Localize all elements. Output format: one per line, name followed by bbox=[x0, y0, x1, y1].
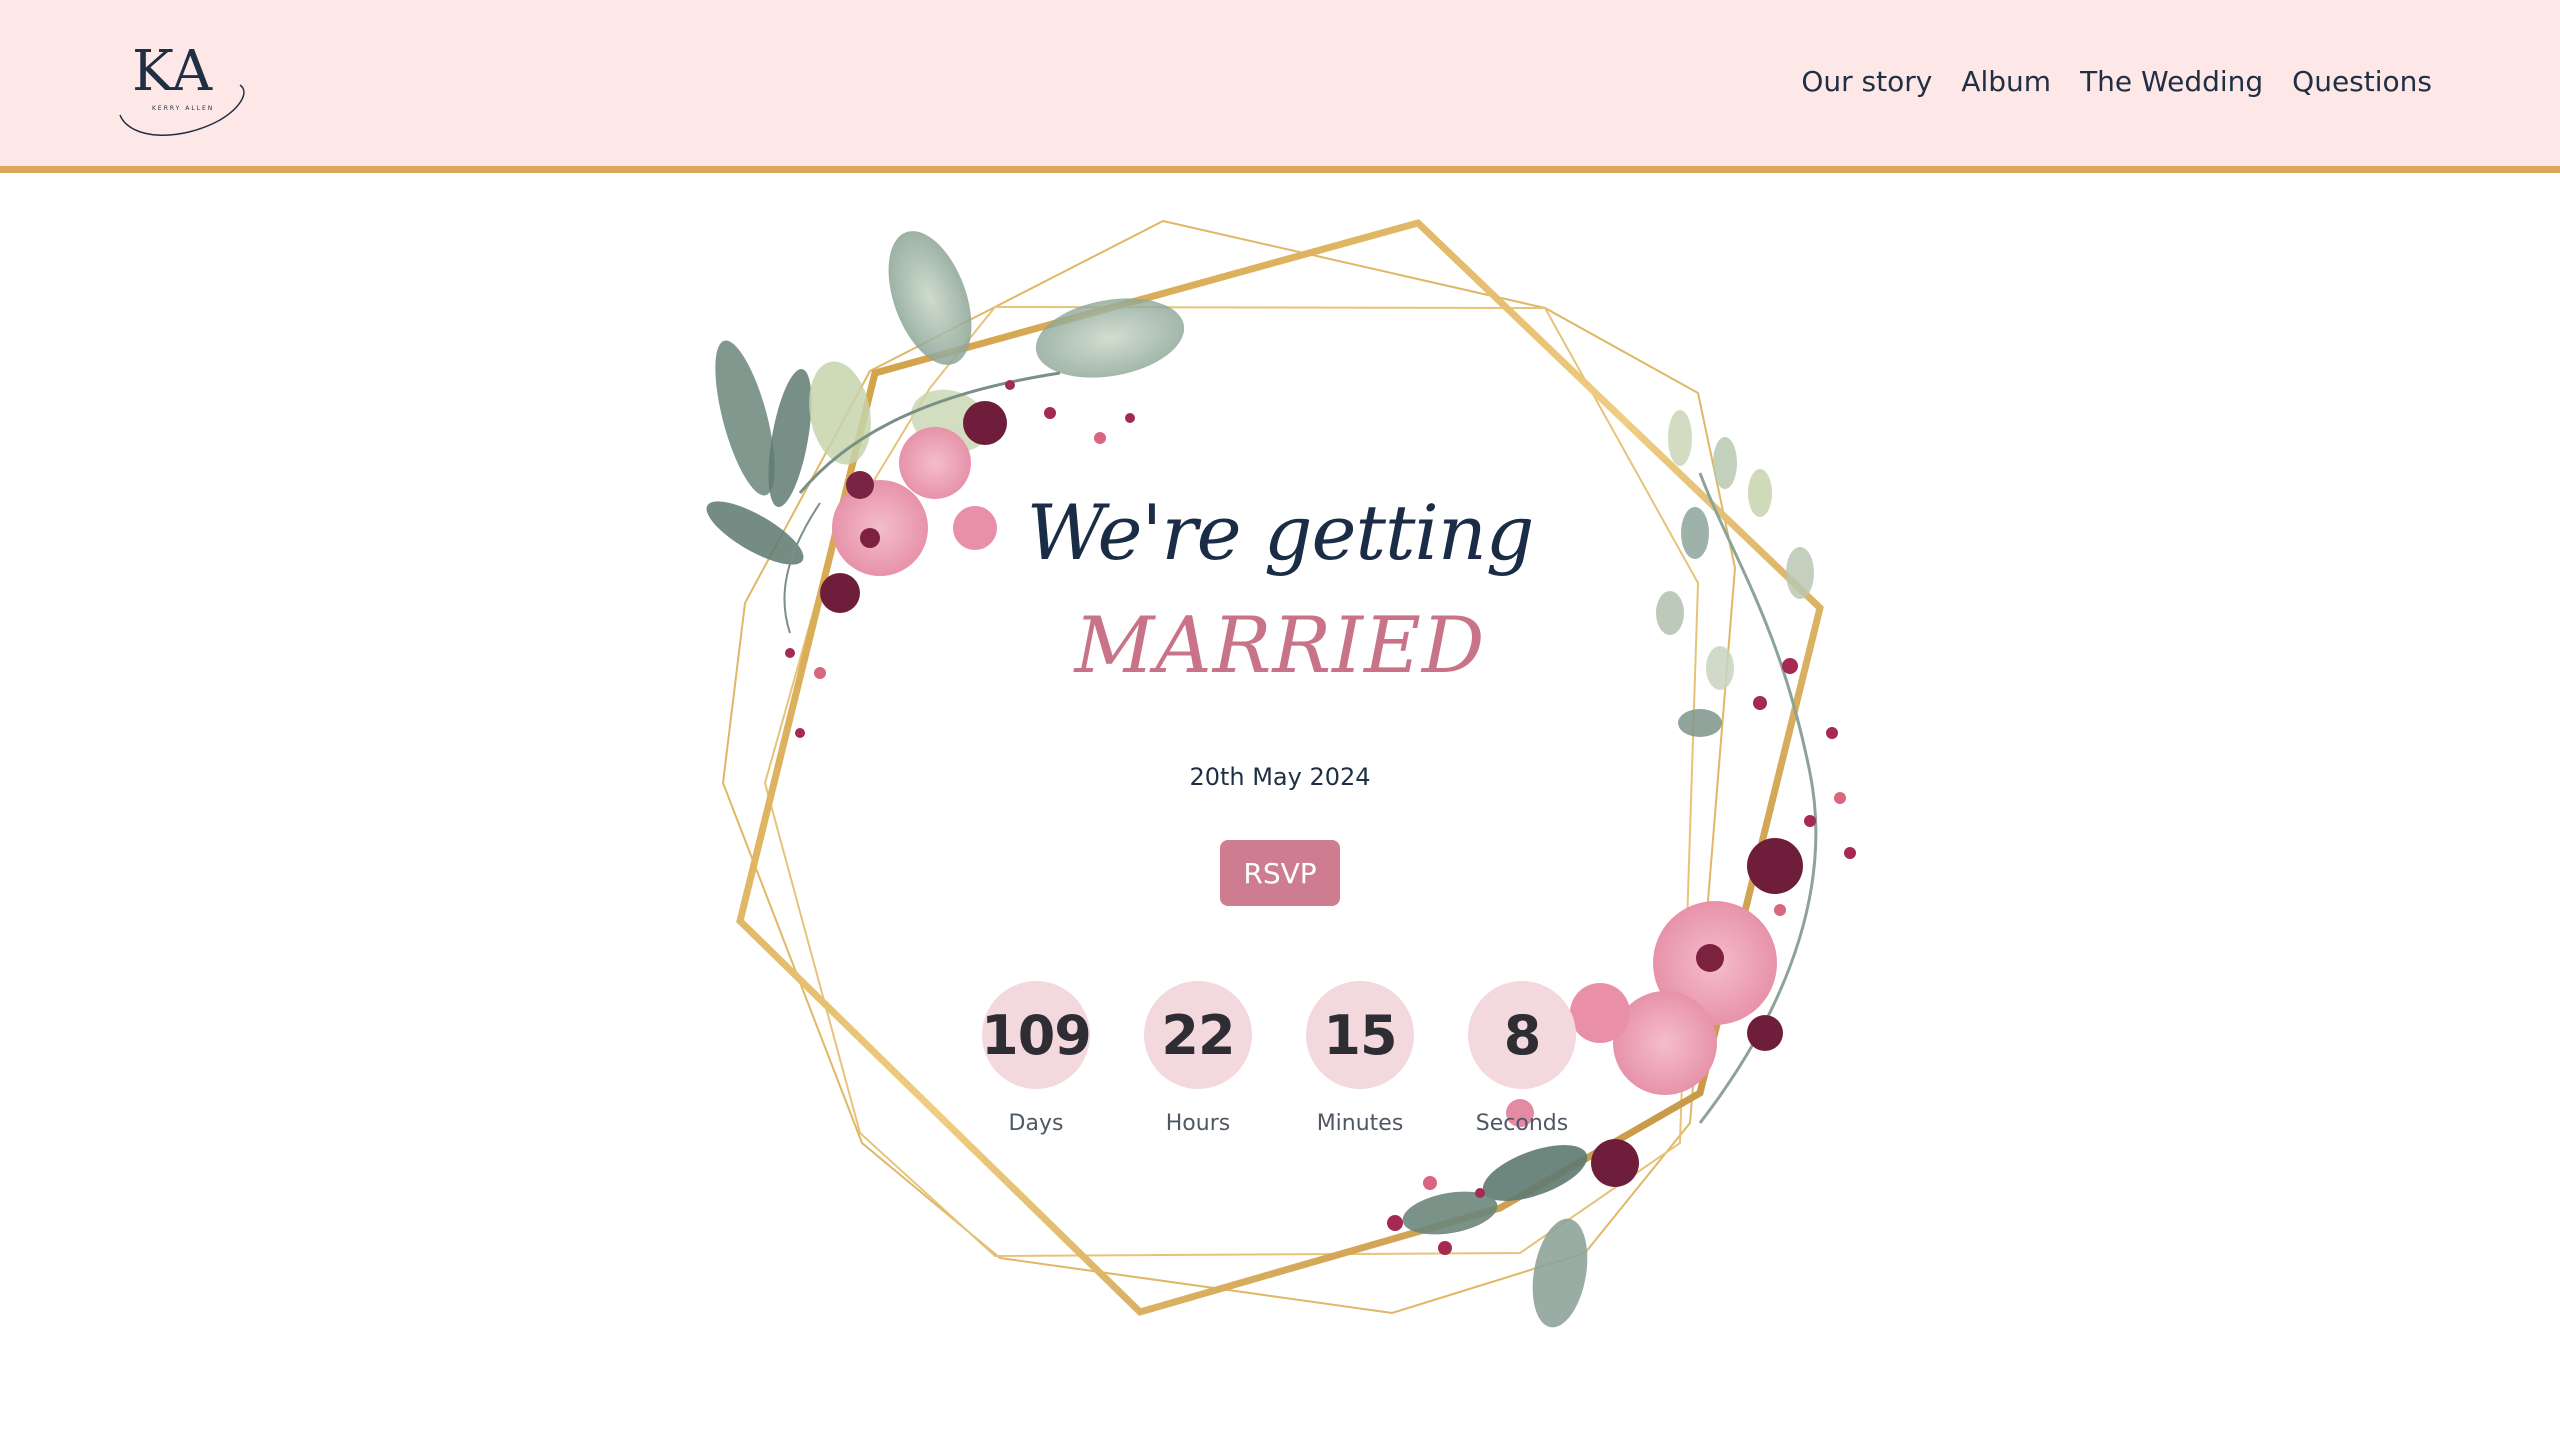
countdown-hours-label: Hours bbox=[1165, 1111, 1231, 1136]
countdown-hours-value: 22 bbox=[1144, 981, 1252, 1089]
countdown-minutes-value: 15 bbox=[1306, 981, 1414, 1089]
countdown-days: 109 Days bbox=[956, 981, 1116, 1136]
floral-frame-illustration bbox=[706, 219, 1856, 1328]
hero-section: We're getting MARRIED 20th May 2024 RSVP… bbox=[0, 173, 2560, 1447]
nav-our-story[interactable]: Our story bbox=[1801, 62, 1932, 102]
rsvp-button[interactable]: RSVP bbox=[1220, 840, 1340, 906]
nav-album[interactable]: Album bbox=[1961, 62, 2051, 102]
countdown-hours: 22 Hours bbox=[1118, 981, 1278, 1136]
countdown-days-value: 109 bbox=[981, 981, 1092, 1089]
hero-title-line1: We're getting bbox=[1026, 488, 1535, 577]
logo-monogram-icon: KA KERRY ALLEN bbox=[119, 39, 245, 136]
nav-the-wedding[interactable]: The Wedding bbox=[2080, 62, 2263, 102]
main-nav: Our story Album The Wedding Questions bbox=[1801, 62, 2432, 102]
logo-names: KERRY ALLEN bbox=[152, 105, 214, 112]
wedding-date: 20th May 2024 bbox=[1189, 763, 1371, 791]
logo-initials: KA bbox=[132, 39, 213, 104]
countdown-seconds: 8 Seconds bbox=[1442, 981, 1602, 1136]
countdown-minutes: 15 Minutes bbox=[1280, 981, 1440, 1136]
countdown-seconds-value: 8 bbox=[1468, 981, 1576, 1089]
logo[interactable]: KA KERRY ALLEN bbox=[110, 30, 260, 140]
nav-questions[interactable]: Questions bbox=[2292, 62, 2432, 102]
countdown-seconds-label: Seconds bbox=[1475, 1111, 1569, 1136]
countdown-minutes-label: Minutes bbox=[1316, 1111, 1404, 1136]
site-header: KA KERRY ALLEN Our story Album The Weddi… bbox=[0, 0, 2560, 173]
hero-title-line2: MARRIED bbox=[1074, 601, 1486, 691]
countdown-days-label: Days bbox=[1008, 1111, 1064, 1136]
